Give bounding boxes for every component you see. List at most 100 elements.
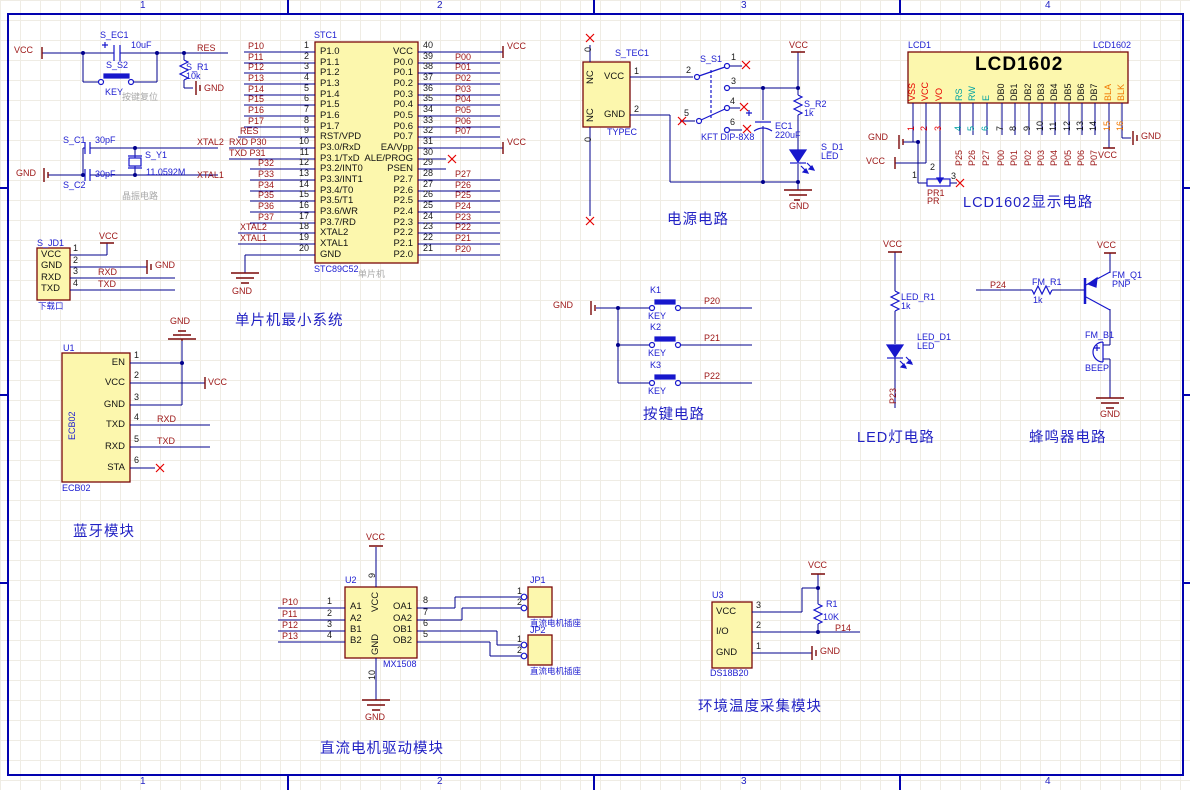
net-label: P00 [455, 52, 472, 62]
net-label: P12 [248, 62, 265, 72]
power-port: GND [1141, 131, 1161, 141]
pin-number: 37 [423, 72, 434, 82]
zone-label: 4 [1045, 0, 1051, 11]
pin-number: 16 [298, 200, 309, 210]
pin-number: 2 [517, 645, 523, 655]
pin-name: GND [320, 249, 342, 260]
pin-name: NC [585, 70, 596, 84]
designator: 10k [186, 71, 201, 81]
net-label: P34 [258, 180, 275, 190]
pin-name: 15 [1102, 120, 1112, 131]
pin-name: 13 [1075, 120, 1085, 131]
designator: KEY [105, 87, 124, 97]
net-label: P04 [455, 94, 472, 104]
net-label: RXD [157, 414, 177, 424]
pin-name: P0.2 [393, 78, 413, 89]
pin-number: 2 [134, 370, 140, 380]
designator: 10K [823, 612, 840, 622]
net-label: P26 [967, 149, 977, 166]
power-port: VCC [883, 239, 903, 249]
net-label: P26 [455, 180, 472, 190]
net-label: P06 [1076, 149, 1086, 166]
pin-number: 3 [303, 61, 309, 71]
pin-name: OB1 [392, 624, 412, 635]
pin-name: P1.5 [320, 99, 340, 110]
pin-name: 14 [1088, 120, 1098, 131]
pin-number: 1 [134, 350, 140, 360]
pin-number: 1 [326, 596, 332, 606]
pin-number: 3 [731, 76, 737, 86]
net-label: P20 [704, 296, 721, 306]
pin-name: DB4 [1049, 83, 1059, 101]
section-title: 单片机最小系统 [235, 313, 344, 329]
net-label: P14 [248, 84, 265, 94]
designator: S_TEC1 [615, 48, 650, 58]
section-title: LCD1602显示电路 [963, 195, 1094, 211]
power-port: GND [365, 712, 385, 722]
designator: U3 [712, 590, 724, 600]
net-label: P13 [282, 631, 299, 641]
pin-name: 8 [1008, 125, 1018, 131]
pin-name: P3.3/INT1 [320, 174, 363, 185]
pin-number: 1 [303, 40, 309, 50]
pin-name: GND [716, 647, 738, 658]
pin-name: 7 [995, 125, 1005, 131]
pin-name: 10 [1035, 120, 1045, 131]
zone-label: 2 [437, 0, 443, 11]
net-label: XTAL2 [240, 222, 267, 232]
pin-name: GND [370, 633, 381, 655]
net-label: TXD [98, 279, 116, 289]
power-port: VCC [866, 156, 886, 166]
pin-name: B1 [350, 624, 362, 635]
net-label: P21 [455, 233, 472, 243]
net-label: P05 [455, 105, 472, 115]
designator: 11.0592M [146, 167, 186, 177]
pin-name: P0.1 [393, 67, 413, 78]
designator: PNP [1112, 279, 1131, 289]
power-port: VCC [14, 45, 34, 55]
net-label: P27 [455, 169, 472, 179]
pin-name: VCC [104, 377, 125, 388]
pin-number: 6 [303, 93, 309, 103]
pin-name: P3.0/RxD [320, 142, 361, 153]
zone-label: 1 [140, 776, 146, 787]
pin-number: 5 [134, 434, 140, 444]
net-label: P11 [248, 52, 264, 62]
pin-number: 2 [756, 620, 762, 630]
pin-name: 5 [966, 125, 976, 131]
pin-name: VCC [392, 46, 413, 57]
pin-name: EN [111, 357, 125, 368]
section-title: 按键电路 [643, 407, 705, 423]
connector-label: 下载口 [38, 301, 64, 311]
pin-name: P2.1 [393, 238, 413, 249]
designator: K3 [650, 360, 662, 370]
designator: 30pF [95, 169, 116, 179]
power-port: GND [553, 300, 573, 310]
power-port: GND [16, 168, 36, 178]
zone-label: 3 [741, 776, 747, 787]
pin-number: 5 [303, 83, 309, 93]
net-label: P10 [282, 597, 299, 607]
designator: 1k [1033, 295, 1043, 305]
designator: S_C2 [63, 180, 86, 190]
net-label: P24 [455, 201, 472, 211]
designator: S_JD1 [37, 238, 65, 248]
net-label: P03 [1036, 149, 1046, 166]
pin-name: OA1 [392, 601, 412, 612]
designator: FM_R1 [1032, 277, 1062, 287]
pin-name: RST/VPD [320, 131, 362, 142]
pin-name: DB5 [1063, 83, 1073, 101]
pin-name: P1.0 [320, 46, 340, 57]
net-label: P13 [248, 73, 265, 83]
net-label: P22 [455, 222, 472, 232]
pin-number: 39 [423, 51, 434, 61]
zone-label: 3 [741, 0, 747, 11]
pin-name: DB1 [1009, 83, 1019, 101]
net-label: TXD P31 [229, 148, 266, 158]
pin-name: P3.6/WR [320, 206, 359, 217]
pin-number: 19 [298, 232, 309, 242]
pin-name: 12 [1062, 120, 1072, 131]
pin-name: I/O [716, 626, 729, 637]
pin-number: 1 [517, 586, 523, 596]
connector-label: 直流电机插座 [530, 666, 582, 676]
